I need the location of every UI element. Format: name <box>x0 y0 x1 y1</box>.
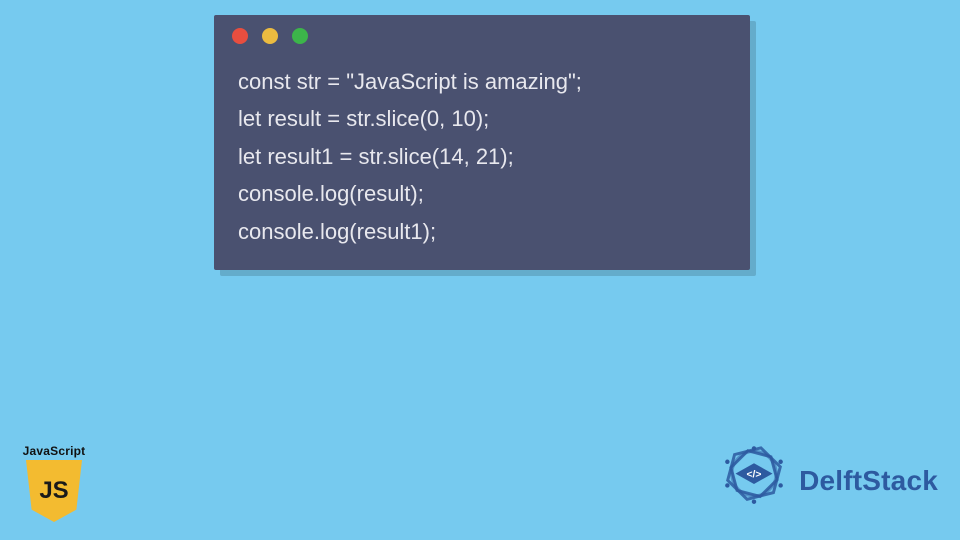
javascript-badge: JavaScript JS <box>18 444 90 522</box>
javascript-shield-icon: JS <box>26 460 82 522</box>
maximize-icon <box>292 28 308 44</box>
code-body: const str = "JavaScript is amazing"; let… <box>214 57 750 270</box>
code-window: const str = "JavaScript is amazing"; let… <box>214 15 750 270</box>
close-icon <box>232 28 248 44</box>
javascript-label: JavaScript <box>23 444 86 458</box>
javascript-shield-text: JS <box>39 477 68 505</box>
svg-text:</>: </> <box>747 469 762 480</box>
code-line: let result1 = str.slice(14, 21); <box>238 138 726 175</box>
code-line: let result = str.slice(0, 10); <box>238 100 726 137</box>
code-line: console.log(result1); <box>238 213 726 250</box>
code-line: const str = "JavaScript is amazing"; <box>238 63 726 100</box>
minimize-icon <box>262 28 278 44</box>
window-titlebar <box>214 15 750 57</box>
code-line: console.log(result); <box>238 175 726 212</box>
brand-ornament-icon: </> <box>717 444 791 518</box>
brand-name: DelftStack <box>799 465 938 497</box>
brand-logo: </> DelftStack <box>717 444 938 518</box>
